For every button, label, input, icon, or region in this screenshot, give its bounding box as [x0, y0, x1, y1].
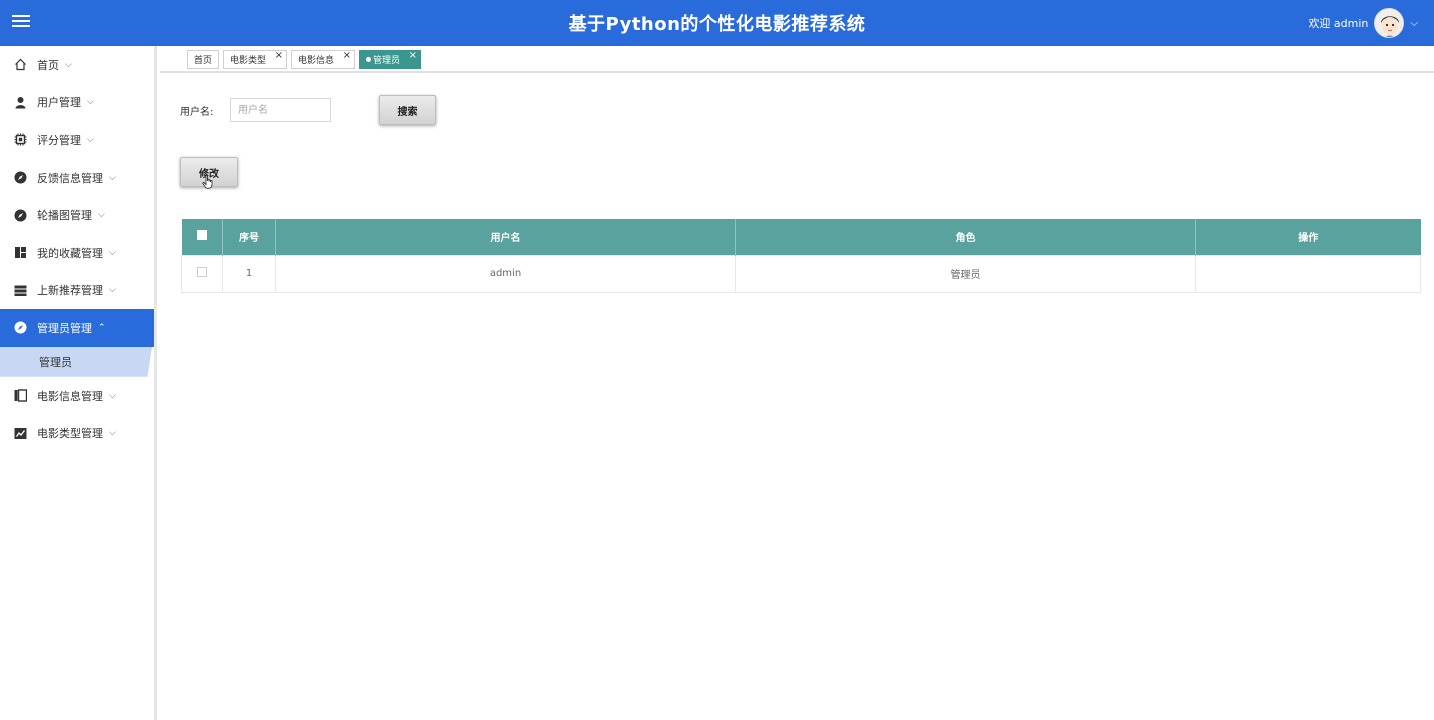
sidebar-item-label: 轮播图管理: [37, 209, 92, 223]
compass-icon: [14, 209, 27, 222]
chevron-down-icon: ⌵: [109, 247, 116, 258]
chevron-down-icon[interactable]: ⌵: [1410, 18, 1418, 29]
chip-icon: [14, 133, 27, 146]
admin-table: 序号 用户名 角色 操作 1 admin 管理员: [181, 219, 1421, 293]
tab-label: 电影类型: [230, 56, 267, 66]
close-icon[interactable]: ×: [343, 50, 351, 61]
tab-label: 电影信息: [298, 56, 335, 66]
tab-home[interactable]: 首页: [187, 50, 219, 69]
sidebar-item-admin[interactable]: 管理员管理 ⌃: [0, 309, 154, 347]
chevron-down-icon: ⌵: [109, 428, 116, 439]
row-checkbox[interactable]: [197, 267, 207, 277]
sidebar-item-carousel[interactable]: 轮播图管理 ⌵: [0, 196, 154, 234]
sidebar-item-label: 用户管理: [37, 96, 81, 110]
sidebar-item-favorites[interactable]: 我的收藏管理 ⌵: [0, 234, 154, 272]
sidebar-item-label: 我的收藏管理: [37, 246, 103, 260]
storage-icon: [14, 284, 27, 297]
cell-index: 1: [222, 254, 276, 293]
chevron-down-icon: ⌵: [109, 390, 116, 401]
sidebar-item-label: 电影类型管理: [37, 427, 103, 441]
tabs-bar: 首页 电影类型 × 电影信息 × 管理员 ×: [160, 46, 1434, 73]
compass-icon: [14, 321, 27, 334]
chevron-down-icon: ⌵: [87, 97, 94, 108]
chevron-down-icon: ⌵: [109, 172, 116, 183]
tab-movie-info[interactable]: 电影信息 ×: [291, 50, 355, 69]
sidebar-item-label: 上新推荐管理: [37, 284, 103, 298]
username-label: 用户名:: [180, 107, 214, 118]
welcome-text: 欢迎 admin: [1308, 17, 1369, 30]
home-icon: [14, 58, 27, 71]
select-all-header: [181, 219, 223, 255]
user-menu[interactable]: 欢迎 admin ⌵: [1308, 5, 1418, 41]
tab-label: 管理员: [373, 56, 401, 66]
row-checkbox-cell: [181, 254, 223, 293]
chevron-down-icon: ⌵: [87, 134, 94, 145]
column-header-actions: 操作: [1195, 219, 1421, 255]
book-icon: [14, 389, 27, 402]
chevron-down-icon: ⌵: [109, 285, 116, 296]
sidebar-item-feedback[interactable]: 反馈信息管理 ⌵: [0, 159, 154, 197]
chart-icon: [14, 427, 27, 440]
username-search-input[interactable]: [230, 98, 331, 122]
sidebar-item-label: 评分管理: [37, 133, 81, 147]
column-header-index: 序号: [222, 219, 276, 255]
sidebar: 首页 ⌵ 用户管理 ⌵ 评分管理 ⌵ 反馈信息管理 ⌵ 轮播图管理 ⌵ 我的收藏…: [0, 46, 157, 720]
dashboard-icon: [14, 246, 27, 259]
sidebar-item-label: 管理员管理: [37, 321, 92, 335]
select-all-checkbox[interactable]: [196, 230, 207, 241]
sidebar-item-home[interactable]: 首页 ⌵: [0, 46, 154, 84]
sidebar-item-label: 电影信息管理: [37, 389, 103, 403]
sidebar-item-genres[interactable]: 电影类型管理 ⌵: [0, 414, 154, 452]
column-header-role: 角色: [735, 219, 1196, 255]
avatar[interactable]: [1374, 8, 1405, 38]
cell-actions: [1195, 254, 1421, 293]
person-icon: [14, 96, 27, 109]
chevron-down-icon: ⌵: [65, 59, 72, 70]
hand-cursor-icon: [202, 175, 213, 189]
sidebar-item-label: 反馈信息管理: [37, 171, 103, 185]
active-dot-icon: [366, 57, 371, 62]
sidebar-item-new-releases[interactable]: 上新推荐管理 ⌵: [0, 272, 154, 310]
sidebar-item-users[interactable]: 用户管理 ⌵: [0, 84, 154, 122]
table-header-row: 序号 用户名 角色 操作: [181, 219, 1421, 255]
table-row[interactable]: 1 admin 管理员: [181, 254, 1421, 293]
chevron-up-icon: ⌃: [98, 322, 106, 333]
cell-role: 管理员: [735, 254, 1196, 293]
cell-username: admin: [275, 254, 736, 293]
close-icon[interactable]: ×: [409, 50, 417, 61]
close-icon[interactable]: ×: [275, 50, 283, 61]
tab-label: 首页: [194, 56, 213, 66]
sidebar-item-label: 首页: [37, 58, 59, 72]
app-title: 基于Python的个性化电影推荐系统: [568, 14, 866, 35]
sidebar-subitem-admin[interactable]: 管理员: [0, 346, 152, 377]
column-header-username: 用户名: [275, 219, 736, 255]
top-header: 基于Python的个性化电影推荐系统 欢迎 admin ⌵: [0, 0, 1434, 46]
chevron-down-icon: ⌵: [98, 210, 105, 221]
search-button[interactable]: 搜索: [379, 95, 436, 125]
sidebar-item-ratings[interactable]: 评分管理 ⌵: [0, 121, 154, 159]
tab-movie-types[interactable]: 电影类型 ×: [223, 50, 287, 69]
sidebar-item-movies[interactable]: 电影信息管理 ⌵: [0, 377, 154, 415]
tab-admin[interactable]: 管理员 ×: [359, 50, 421, 69]
compass-icon: [14, 171, 27, 184]
